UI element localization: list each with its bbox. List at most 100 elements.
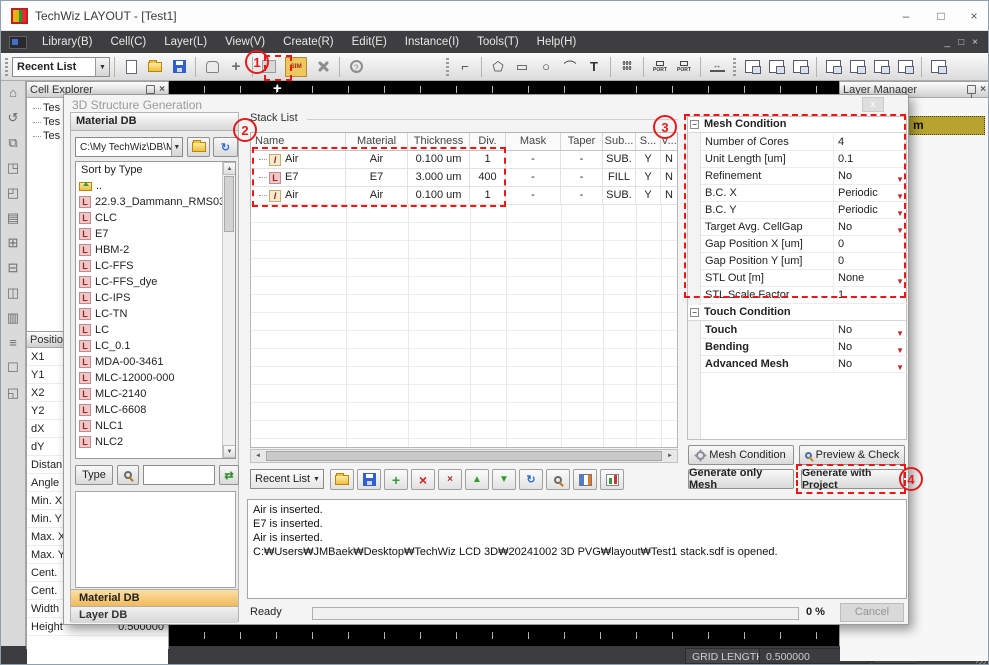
menu-cell[interactable]: Cell(C) xyxy=(101,31,155,53)
cell-search-button[interactable] xyxy=(764,55,788,79)
move-down-button[interactable]: ▼ xyxy=(492,469,516,490)
folder-up-item[interactable]: .. xyxy=(76,178,235,194)
path-tool-button[interactable]: ⌒ xyxy=(558,55,582,79)
material-item[interactable]: LLC-FFS xyxy=(76,258,235,274)
close-icon[interactable]: × xyxy=(980,84,986,95)
circle-tool-button[interactable]: ○ xyxy=(534,55,558,79)
port-tool-button[interactable]: PORT xyxy=(648,55,672,79)
new-file-button[interactable] xyxy=(119,55,143,79)
stack-preview-button[interactable] xyxy=(546,469,570,490)
scrollbar-thumb[interactable] xyxy=(266,451,662,461)
material-item[interactable]: LLC-FFS_dye xyxy=(76,274,235,290)
stack-hscrollbar[interactable]: ◄ ► xyxy=(250,449,678,463)
cell-add-button[interactable] xyxy=(845,55,869,79)
cell-instance-button[interactable] xyxy=(926,55,950,79)
material-item[interactable]: LMDA-00-3461 xyxy=(76,354,235,370)
material-list-scrollbar[interactable]: ▲ ▼ xyxy=(222,162,235,458)
stack-delete-all-button[interactable]: × xyxy=(438,469,462,490)
material-item[interactable]: LE7 xyxy=(76,226,235,242)
dialog-close-button[interactable]: x xyxy=(862,97,884,112)
measure-tool-button[interactable]: ↔ xyxy=(705,55,729,79)
dropdown-arrow-icon[interactable]: ▼ xyxy=(896,360,904,376)
recent-list-combo[interactable]: Recent List ▼ xyxy=(12,57,110,77)
left-tool-icon[interactable]: ▥ xyxy=(5,310,22,326)
apply-search-button[interactable]: ⇄ xyxy=(219,465,239,485)
corner-tool-button[interactable]: ⌐ xyxy=(453,55,477,79)
sort-by-type-item[interactable]: Sort by Type xyxy=(76,162,235,178)
left-tool-icon[interactable]: ↺ xyxy=(5,110,22,126)
left-tool-icon[interactable]: ⊞ xyxy=(5,235,22,251)
tab-layer-db[interactable]: Layer DB xyxy=(71,606,238,623)
pin-icon[interactable] xyxy=(967,85,976,94)
scroll-right-icon[interactable]: ► xyxy=(663,450,677,462)
left-tool-icon[interactable]: ◰ xyxy=(5,185,22,201)
db-path-combo[interactable]: C:\My TechWiz\DB\Mate ▼ xyxy=(75,137,183,157)
stack-delete-button[interactable]: × xyxy=(411,469,435,490)
maximize-button[interactable]: □ xyxy=(926,5,956,27)
collapse-icon[interactable]: − xyxy=(690,308,699,317)
open-file-button[interactable] xyxy=(143,55,167,79)
material-item[interactable]: LMLC-12000-000 xyxy=(76,370,235,386)
material-item[interactable]: LCLC xyxy=(76,210,235,226)
refresh-db-button[interactable]: ↻ xyxy=(213,137,238,157)
left-tool-icon[interactable]: ◱ xyxy=(5,385,22,401)
pan-hand-button[interactable] xyxy=(200,55,224,79)
left-tool-icon[interactable]: ▤ xyxy=(5,210,22,226)
chevron-down-icon[interactable]: ▼ xyxy=(171,138,182,156)
material-item[interactable]: LLC_0.1 xyxy=(76,338,235,354)
cell-save-button[interactable] xyxy=(788,55,812,79)
left-tool-icon[interactable]: ≡ xyxy=(5,335,22,351)
close-button[interactable]: × xyxy=(959,5,989,27)
stack-open-button[interactable] xyxy=(330,469,354,490)
material-item[interactable]: LMLC-2140 xyxy=(76,386,235,402)
text-tool-button[interactable]: T xyxy=(582,55,606,79)
cell-new-button[interactable] xyxy=(740,55,764,79)
stack-save-button[interactable] xyxy=(357,469,381,490)
menu-view[interactable]: View(V) xyxy=(216,31,274,53)
pin-icon[interactable] xyxy=(146,85,155,94)
material-item[interactable]: LLC-TN xyxy=(76,306,235,322)
scroll-left-icon[interactable]: ◄ xyxy=(251,450,265,462)
menu-edit[interactable]: Edit(E) xyxy=(343,31,396,53)
search-material-button[interactable] xyxy=(117,465,139,485)
stack-recent-list-combo[interactable]: Recent List ▼ xyxy=(250,469,324,489)
stack-chart-button[interactable] xyxy=(600,469,624,490)
cancel-button[interactable]: Cancel xyxy=(840,603,904,622)
menu-instance[interactable]: Instance(I) xyxy=(396,31,468,53)
toolbar-grip[interactable] xyxy=(733,58,736,76)
save-button[interactable] xyxy=(167,55,191,79)
scroll-up-icon[interactable]: ▲ xyxy=(223,162,236,175)
material-item[interactable]: LNLC1 xyxy=(76,418,235,434)
left-tool-icon[interactable]: ◫ xyxy=(5,285,22,301)
rectangle-tool-button[interactable]: ▭ xyxy=(510,55,534,79)
col-header[interactable]: Sub... xyxy=(603,133,636,151)
generate-only-mesh-button[interactable]: Generate only Mesh xyxy=(688,469,794,489)
preview-check-button[interactable]: Preview & Check xyxy=(799,445,905,465)
move-up-button[interactable]: ▲ xyxy=(465,469,489,490)
menu-layer[interactable]: Layer(L) xyxy=(155,31,216,53)
property-row[interactable]: BendingNo▼ xyxy=(701,339,907,356)
menu-tools[interactable]: Tools(T) xyxy=(468,31,528,53)
menu-help[interactable]: Help(H) xyxy=(528,31,586,53)
material-item[interactable]: LLC-IPS xyxy=(76,290,235,306)
left-tool-icon[interactable]: ⊟ xyxy=(5,260,22,276)
array-tool-button[interactable]: 000000 xyxy=(615,55,639,79)
property-row[interactable]: Advanced MeshNo▼ xyxy=(701,356,907,373)
chevron-down-icon[interactable]: ▼ xyxy=(310,470,323,488)
material-item[interactable]: LNLC2 xyxy=(76,434,235,450)
type-filter-button[interactable]: Type xyxy=(75,465,113,485)
col-header[interactable]: Taper xyxy=(561,133,603,151)
chevron-down-icon[interactable]: ▼ xyxy=(95,58,109,76)
scroll-down-icon[interactable]: ▼ xyxy=(223,445,236,458)
mdi-restore-button[interactable]: □ xyxy=(958,37,964,48)
mdi-minimize-button[interactable]: _ xyxy=(945,37,951,48)
help-button[interactable]: ? xyxy=(344,55,368,79)
browse-folder-button[interactable] xyxy=(187,137,210,157)
left-tool-icon[interactable]: ⌂ xyxy=(5,85,22,101)
port-edit-button[interactable]: PORT xyxy=(672,55,696,79)
cell-edit-button[interactable] xyxy=(869,55,893,79)
scrollbar-thumb[interactable] xyxy=(224,176,234,232)
col-header[interactable]: Mask xyxy=(506,133,561,151)
toolbar-grip[interactable] xyxy=(446,58,449,76)
cell-delete-button[interactable] xyxy=(893,55,917,79)
